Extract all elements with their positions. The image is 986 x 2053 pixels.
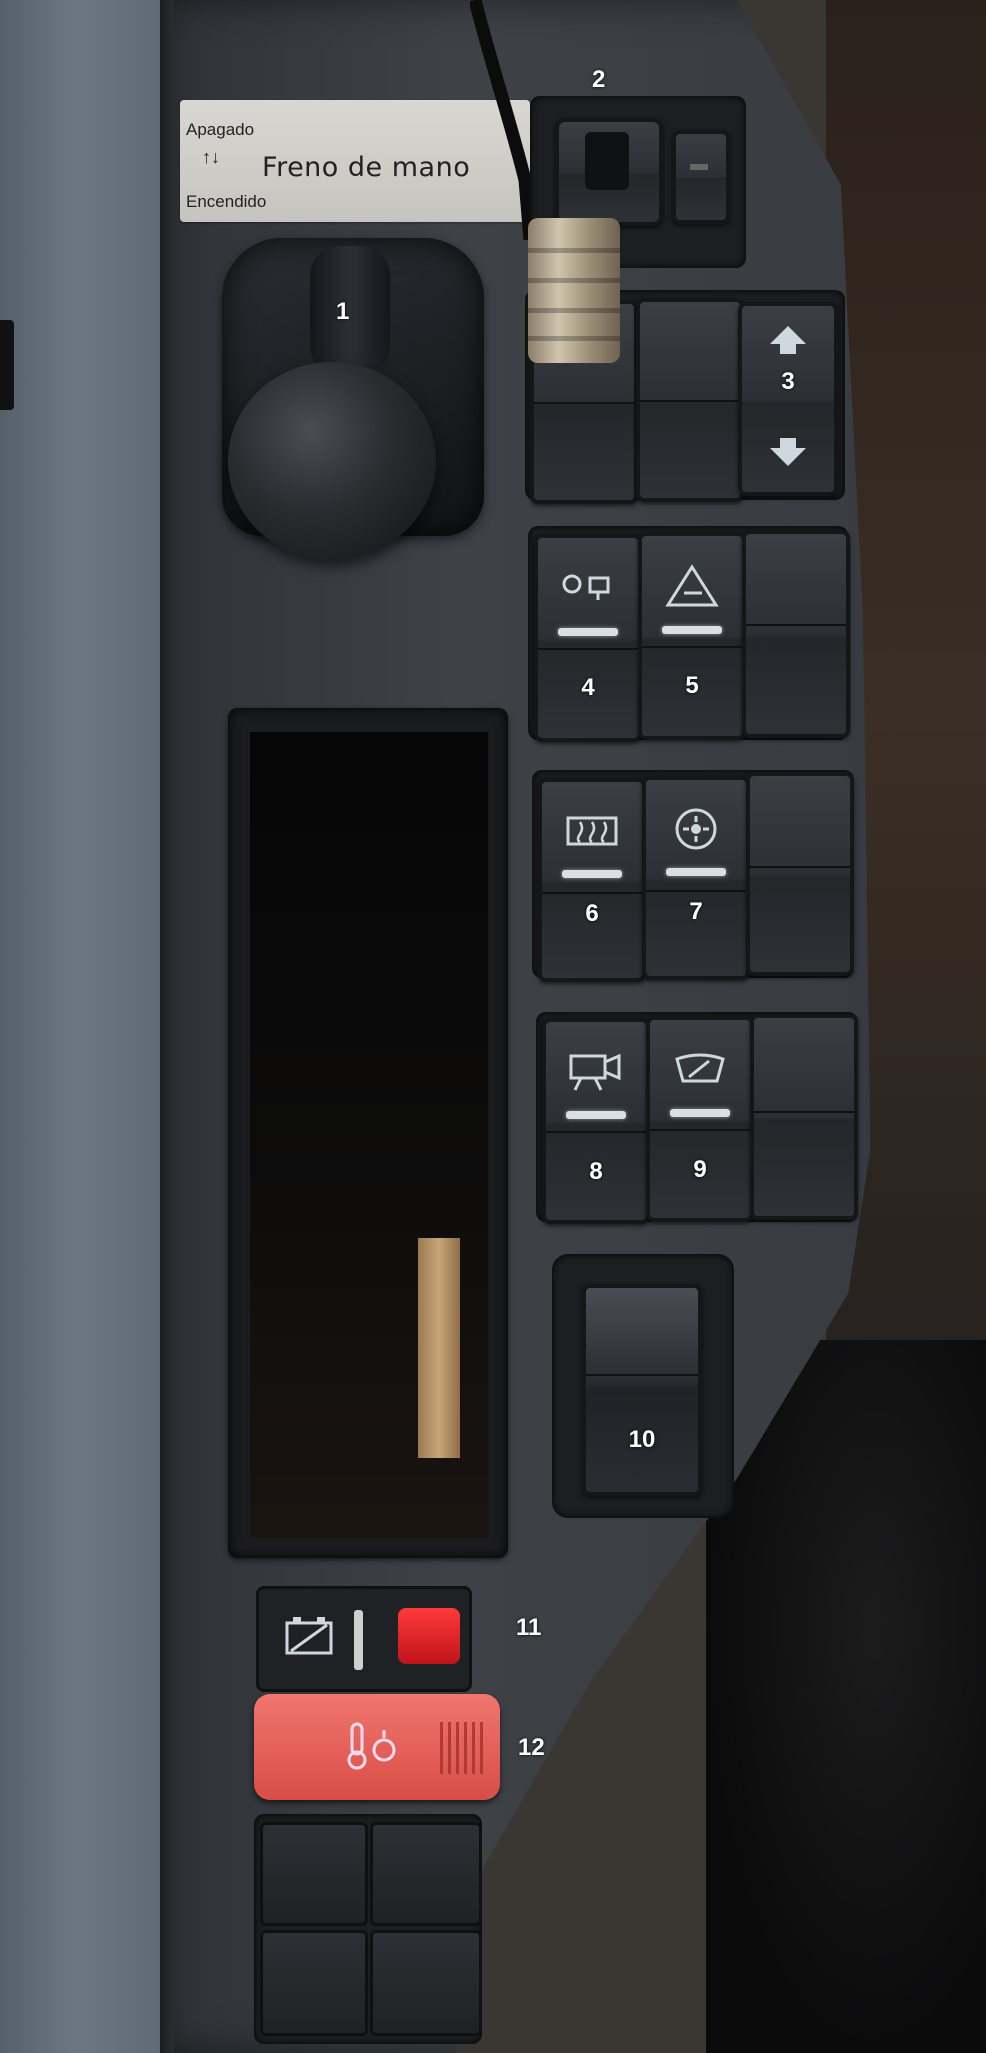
callout-10: 10	[628, 1426, 656, 1453]
dashboard-panel-photo: Apagado ↑↓ Encendido Freno de mano 2 1 3	[0, 0, 986, 2053]
on-label: Encendido	[186, 192, 267, 211]
bottom-switch-3[interactable]	[260, 1930, 368, 2036]
up-down-arrows: ↑↓	[202, 147, 220, 167]
fan-out-icon	[538, 550, 638, 626]
callout-12: 12	[518, 1734, 545, 1761]
callout-1: 1	[336, 298, 350, 325]
indicator-strip	[670, 1109, 730, 1118]
rear-defrost-switch[interactable]: 6	[538, 778, 646, 982]
rear-defrost-icon	[542, 794, 642, 868]
indicator-strip	[666, 868, 726, 877]
windshield-wiper-icon	[650, 1032, 750, 1107]
indicator-strip	[562, 870, 622, 879]
camera-icon	[546, 1034, 646, 1109]
fan-circulation-switch[interactable]: 7	[642, 776, 750, 980]
blank-switch-4[interactable]	[750, 1014, 858, 1220]
socket-hole	[585, 132, 629, 190]
callout-3: 3	[781, 368, 795, 395]
blank-switch-2[interactable]	[742, 530, 850, 738]
callout-7: 7	[689, 898, 703, 925]
arrow-up-icon	[770, 326, 806, 354]
callout-9: 9	[693, 1156, 707, 1183]
diagnostic-socket[interactable]	[555, 118, 663, 226]
callout-5: 5	[685, 672, 699, 699]
battery-switch-red-button[interactable]	[398, 1608, 460, 1664]
small-toggle-switch[interactable]	[672, 130, 730, 224]
callout-6: 6	[585, 900, 599, 927]
bottom-switch-2[interactable]	[370, 1822, 482, 1926]
battery-icon	[281, 1613, 337, 1664]
trim-notch	[0, 320, 14, 410]
blank-switch-1b[interactable]	[636, 298, 744, 502]
handbrake-slot	[310, 246, 390, 376]
main-heater-switch[interactable]	[254, 1694, 500, 1800]
panel-edge	[160, 0, 174, 2053]
indicator-strip	[566, 1111, 626, 1120]
bottom-switch-4[interactable]	[370, 1930, 482, 2036]
toggle-indicator	[690, 164, 708, 170]
camera-switch[interactable]: 8	[542, 1018, 650, 1224]
off-label: Apagado	[186, 120, 255, 139]
switch-grip	[440, 1722, 484, 1774]
bottom-switch-1[interactable]	[260, 1822, 368, 1926]
indicator-strip	[558, 628, 618, 636]
warning-switch[interactable]: 5	[638, 532, 746, 740]
callout-2: 2	[592, 66, 606, 93]
fan-circulation-icon	[646, 792, 746, 866]
large-rocker-switch[interactable]: 10	[582, 1284, 702, 1496]
callout-4: 4	[581, 674, 595, 701]
callout-11: 11	[516, 1614, 542, 1641]
temperature-heater-icon	[342, 1718, 402, 1779]
warning-triangle-icon	[642, 548, 742, 624]
up-down-rocker-switch[interactable]: 3	[738, 302, 838, 496]
indicator-strip	[662, 626, 722, 634]
handbrake-lever[interactable]	[228, 362, 436, 560]
arrow-down-icon	[770, 438, 806, 466]
fan-out-switch[interactable]: 4	[534, 534, 642, 742]
battery-switch-indicator	[354, 1610, 363, 1670]
windshield-wiper-switch[interactable]: 9	[646, 1016, 754, 1222]
blank-switch-3[interactable]	[746, 772, 854, 976]
callout-8: 8	[589, 1158, 603, 1185]
paper-tube	[418, 1238, 460, 1458]
sticker-title: Freno de mano	[262, 152, 471, 183]
cable-connector	[528, 218, 620, 363]
